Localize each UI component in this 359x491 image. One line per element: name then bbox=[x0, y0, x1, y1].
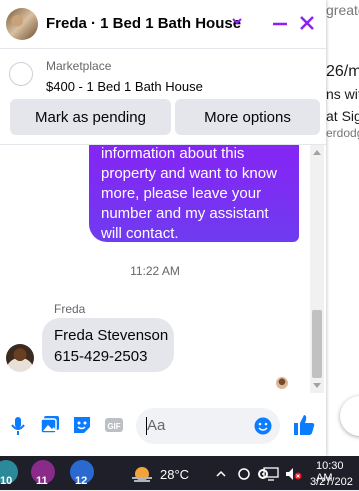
photo-icon[interactable] bbox=[40, 415, 60, 440]
close-icon[interactable] bbox=[297, 13, 317, 38]
bg-text: at Sig bbox=[326, 108, 359, 124]
message-line: property and want to know bbox=[101, 165, 277, 182]
weather-temperature[interactable]: 28°C bbox=[160, 467, 189, 482]
chat-window: Freda · 1 Bed 1 Bath House information a… bbox=[0, 0, 326, 456]
bg-text: 26/mo bbox=[326, 63, 359, 80]
emoji-icon[interactable] bbox=[254, 417, 272, 440]
bg-text: ns wit bbox=[326, 86, 359, 102]
minimize-icon[interactable] bbox=[270, 13, 290, 38]
taskbar-badge: 11 bbox=[36, 475, 48, 487]
sticker-icon[interactable] bbox=[72, 415, 92, 440]
avatar[interactable] bbox=[6, 344, 34, 372]
weather-icon[interactable] bbox=[130, 462, 154, 491]
avatar[interactable] bbox=[6, 8, 38, 40]
mark-as-pending-button[interactable]: Mark as pending bbox=[10, 99, 171, 135]
message-line: will contact. bbox=[101, 225, 179, 242]
message-line: Freda Stevenson bbox=[54, 327, 169, 344]
message-line: information about this bbox=[101, 145, 245, 162]
taskbar-badge: 10 bbox=[0, 475, 13, 487]
message-line: number and my assistant bbox=[101, 205, 269, 222]
floating-action-button[interactable] bbox=[340, 396, 359, 436]
incoming-message[interactable]: Freda Stevenson 615-429-2503 bbox=[42, 318, 174, 372]
svg-text:GIF: GIF bbox=[107, 422, 120, 431]
message-timestamp: 11:22 AM bbox=[130, 264, 180, 278]
scroll-down-arrow[interactable] bbox=[313, 383, 321, 388]
chat-header[interactable]: Freda · 1 Bed 1 Bath House bbox=[0, 0, 326, 49]
seen-indicator-avatar bbox=[276, 377, 288, 389]
divider bbox=[0, 144, 326, 145]
listing-thumbnail[interactable] bbox=[9, 62, 33, 86]
message-input-placeholder: Aa bbox=[147, 417, 166, 434]
scroll-up-arrow[interactable] bbox=[313, 150, 321, 155]
message-line: 615-429-2503 bbox=[54, 348, 148, 365]
sender-name: Freda bbox=[54, 302, 86, 316]
volume-muted-icon[interactable] bbox=[285, 467, 303, 486]
marketplace-label: Marketplace bbox=[46, 59, 112, 73]
message-line: more, please leave your bbox=[101, 185, 262, 202]
thumbs-up-icon[interactable] bbox=[292, 413, 316, 442]
gif-icon[interactable]: GIF bbox=[104, 415, 124, 440]
network-icon[interactable] bbox=[263, 467, 279, 486]
listing-title[interactable]: $400 - 1 Bed 1 Bath House bbox=[46, 79, 203, 94]
clock-date[interactable]: 3/27/202 bbox=[310, 476, 353, 488]
scrollbar-thumb[interactable] bbox=[312, 310, 322, 378]
sync-icon[interactable] bbox=[237, 467, 251, 486]
microphone-icon[interactable] bbox=[9, 415, 27, 442]
chevron-up-icon[interactable] bbox=[215, 467, 227, 485]
chevron-down-icon[interactable] bbox=[229, 13, 245, 34]
more-options-button[interactable]: More options bbox=[175, 99, 320, 135]
outgoing-message[interactable]: information about this property and want… bbox=[89, 145, 299, 242]
background-page: greate 26/mo ns wit at Sig erdodg bbox=[326, 0, 359, 456]
taskbar-badge: 12 bbox=[75, 475, 88, 487]
chat-title[interactable]: Freda · 1 Bed 1 Bath House bbox=[46, 15, 241, 32]
bg-text: greate bbox=[326, 2, 359, 18]
bg-text: erdodg bbox=[326, 126, 359, 140]
